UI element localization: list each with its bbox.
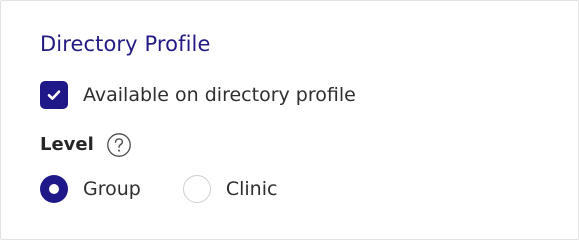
- radio-group-label: Group: [83, 178, 141, 200]
- radio-clinic-label: Clinic: [225, 178, 278, 200]
- radio-group[interactable]: [40, 175, 68, 203]
- level-option-group[interactable]: Group: [40, 175, 141, 203]
- available-checkbox[interactable]: [40, 81, 68, 109]
- directory-profile-card: Directory Profile Available on directory…: [0, 0, 579, 240]
- level-label: Level: [40, 134, 94, 155]
- available-checkbox-label: Available on directory profile: [83, 84, 356, 106]
- level-option-clinic[interactable]: Clinic: [182, 175, 278, 203]
- question-circle-icon[interactable]: [106, 132, 132, 158]
- level-row: Level: [40, 131, 132, 159]
- available-on-directory-row[interactable]: Available on directory profile: [40, 81, 356, 109]
- checkmark-icon: [47, 90, 61, 100]
- radio-selected-dot: [49, 184, 59, 194]
- level-radio-group: Group Clinic: [40, 175, 277, 203]
- section-title: Directory Profile: [40, 32, 211, 56]
- radio-clinic[interactable]: [182, 175, 211, 203]
